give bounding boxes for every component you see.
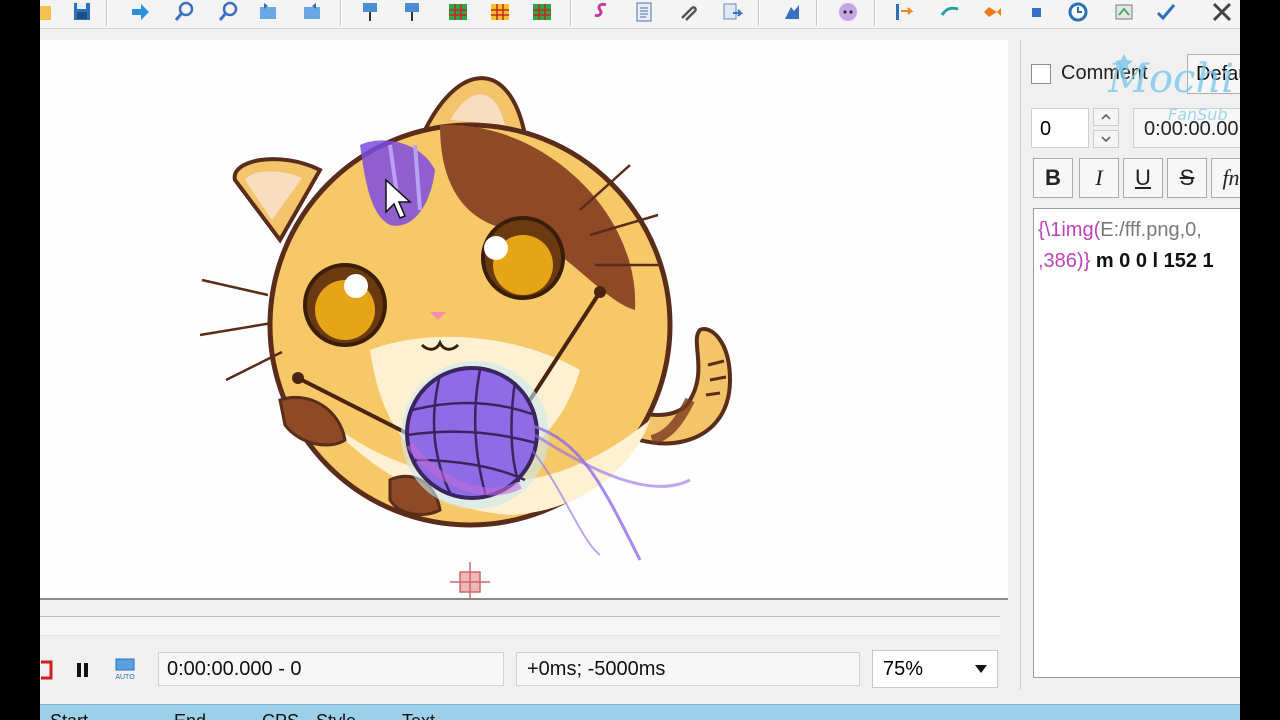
subtitle-edit-panel: Comment Defau 0 0:00:00.00 B I U S fn {\… — [1020, 40, 1240, 690]
grid-green-icon[interactable] — [446, 0, 470, 24]
toolbar-separator — [758, 0, 760, 26]
pause-button[interactable] — [74, 652, 92, 688]
column-style[interactable]: Style — [316, 711, 356, 720]
save-icon[interactable] — [70, 0, 94, 24]
snap-end-icon[interactable] — [400, 0, 424, 24]
spellcheck-icon[interactable] — [1154, 0, 1178, 24]
toolbar-separator — [816, 0, 818, 26]
automation-icon[interactable] — [590, 0, 614, 24]
subtitle-text-editor[interactable]: {\1img(E:/fff.png,0, ,386)} m 0 0 l 152 … — [1033, 208, 1240, 678]
video-seek-slider[interactable] — [40, 616, 1000, 636]
toolbar-separator — [340, 0, 342, 26]
styling-assistant-icon[interactable] — [780, 0, 804, 24]
underline-button[interactable]: U — [1123, 158, 1163, 198]
stop-playback-button[interactable] — [40, 652, 54, 688]
text-line-1: {\1img(E:/fff.png,0, — [1038, 215, 1240, 246]
video-jump-end-icon[interactable] — [300, 0, 324, 24]
comment-checkbox[interactable] — [1031, 63, 1051, 84]
toolbar-separator — [106, 0, 108, 26]
position-crosshair-icon[interactable] — [450, 562, 490, 602]
timing-post-icon[interactable] — [892, 0, 916, 24]
text-line-2: ,386)} m 0 0 l 152 1 — [1038, 246, 1240, 277]
column-start[interactable]: Start — [50, 711, 88, 720]
toolbar-separator — [570, 0, 572, 26]
zoom-in-icon[interactable] — [172, 0, 196, 24]
layer-input[interactable]: 0 — [1031, 108, 1089, 148]
subtitle-offset-display: +0ms; -5000ms — [516, 652, 860, 686]
drawing-commands: m 0 0 l 152 1 — [1090, 250, 1214, 272]
column-text[interactable]: Text — [402, 711, 435, 720]
video-border — [40, 598, 1008, 600]
toolbar — [40, 0, 1240, 29]
watermark-subtitle: FanSub — [1168, 105, 1228, 124]
resample-icon[interactable] — [1112, 0, 1136, 24]
subtitle-grid-header: Start End CPS Style Text — [40, 704, 1240, 720]
zoom-value: 75% — [883, 657, 924, 680]
bold-button[interactable]: B — [1033, 158, 1073, 198]
anime-avatar-icon[interactable] — [836, 0, 860, 24]
column-end[interactable]: End — [174, 711, 206, 720]
stop-icon[interactable] — [1024, 0, 1048, 24]
strikeout-button[interactable]: S — [1167, 158, 1207, 198]
tools-icon[interactable] — [1210, 0, 1234, 24]
fish-icon[interactable] — [980, 0, 1004, 24]
font-button[interactable]: fn — [1211, 158, 1240, 198]
zoom-dropdown[interactable]: 75% — [872, 650, 998, 688]
grid-mixed-icon[interactable] — [530, 0, 554, 24]
override-tag: {\1img( — [1038, 219, 1101, 241]
export-icon[interactable] — [720, 0, 744, 24]
attach-icon[interactable] — [676, 0, 700, 24]
video-display[interactable] — [40, 40, 1008, 602]
auto-scroll-toggle[interactable]: AUTO — [114, 652, 136, 688]
snap-start-icon[interactable] — [358, 0, 382, 24]
video-frame-cat — [199, 76, 733, 602]
chevron-down-icon — [975, 665, 987, 673]
column-cps[interactable]: CPS — [262, 711, 299, 720]
jump-arrow-icon[interactable] — [128, 0, 152, 24]
open-file-icon[interactable] — [40, 0, 58, 24]
auto-label: AUTO — [115, 674, 135, 681]
video-jump-start-icon[interactable] — [256, 0, 280, 24]
kanji-timer-icon[interactable] — [938, 0, 962, 24]
notes-icon[interactable] — [632, 0, 656, 24]
tag-close: ,386)} — [1038, 250, 1091, 272]
aegisub-window: AUTO 0:00:00.000 - 0 +0ms; -5000ms 75% C… — [40, 0, 1240, 720]
toolbar-separator — [874, 0, 876, 26]
monitor-icon — [115, 658, 135, 671]
grid-yellow-icon[interactable] — [488, 0, 512, 24]
tag-argument: E:/fff.png,0, — [1100, 219, 1202, 241]
zoom-out-icon[interactable] — [216, 0, 240, 24]
italic-button[interactable]: I — [1079, 158, 1119, 198]
video-time-display[interactable]: 0:00:00.000 - 0 — [158, 652, 504, 686]
fansub-watermark-logo: Mochi FanSub — [1104, 40, 1240, 135]
clock-icon[interactable] — [1066, 0, 1090, 24]
